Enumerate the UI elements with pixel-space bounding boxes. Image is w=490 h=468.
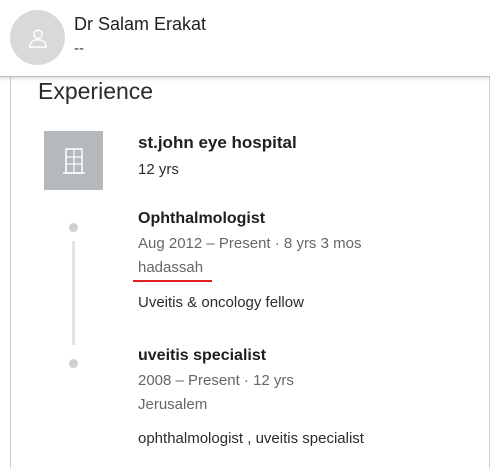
profile-name: Dr Salam Erakat <box>74 14 207 34</box>
annotation-underline <box>133 280 212 282</box>
experience-card: Experience st.john eye hospital 12 yrs O… <box>10 76 490 468</box>
timeline-dot <box>69 359 78 368</box>
building-icon <box>62 147 85 174</box>
profile-headline: -- <box>74 40 84 57</box>
section-title: Experience <box>38 78 154 104</box>
profile-page: Dr Salam Erakat -- Experience st.john ey… <box>0 0 490 468</box>
avatar[interactable] <box>10 10 65 65</box>
position-dates: Aug 2012 – Present · 8 yrs 3 mos <box>138 235 362 252</box>
position-description: ophthalmologist , uveitis specialist <box>138 430 364 447</box>
position-location: Jerusalem <box>138 396 208 413</box>
position-title[interactable]: Ophthalmologist <box>138 210 265 228</box>
company-tenure: 12 yrs <box>138 161 179 178</box>
company-logo[interactable] <box>44 131 103 190</box>
position-location: hadassah <box>138 259 204 276</box>
user-silhouette-icon <box>28 28 47 48</box>
timeline-line <box>72 241 75 345</box>
position-description: Uveitis & oncology fellow <box>138 294 304 311</box>
timeline-dot <box>69 223 78 232</box>
position-dates: 2008 – Present · 12 yrs <box>138 372 294 389</box>
position-title[interactable]: uveitis specialist <box>138 347 266 365</box>
company-name[interactable]: st.john eye hospital <box>138 133 297 153</box>
profile-sticky-header: Dr Salam Erakat -- <box>0 0 490 77</box>
